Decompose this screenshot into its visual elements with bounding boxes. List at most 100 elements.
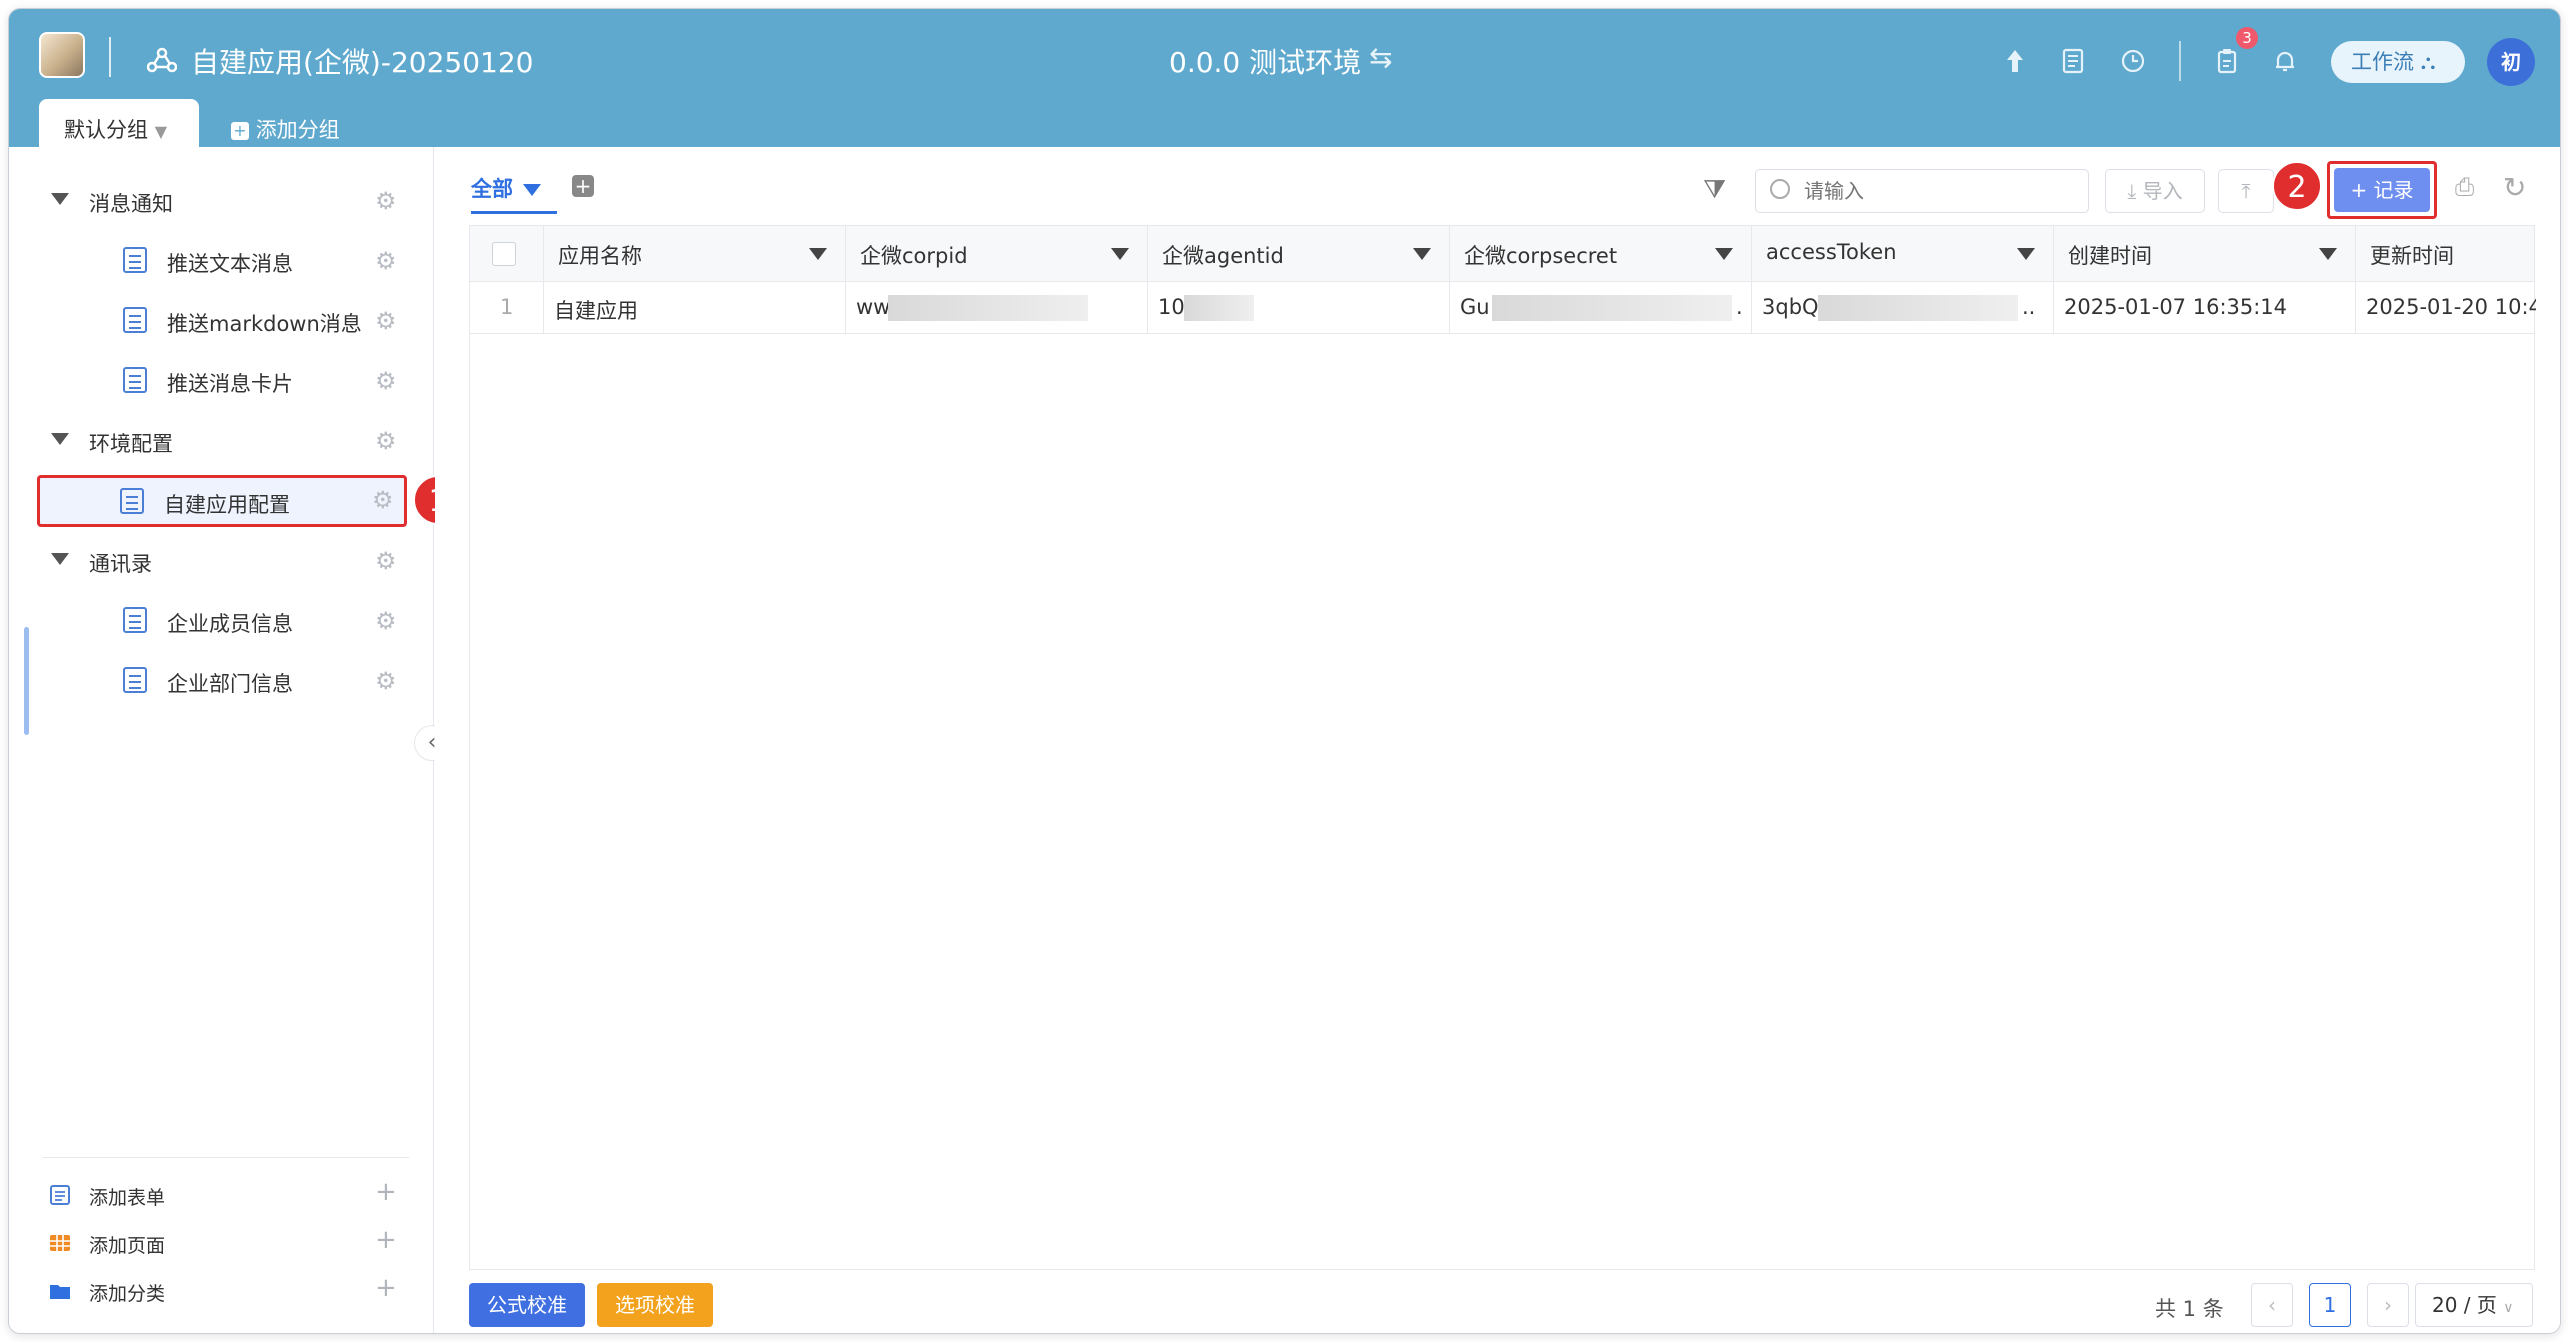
sidebar-item-message-card[interactable]: 推送消息卡片 ⚙ xyxy=(37,355,407,405)
tab-default-group[interactable]: 默认分组 ▼ xyxy=(39,99,199,147)
workflow-button[interactable]: 工作流 ⛬ xyxy=(2331,41,2465,83)
column-header[interactable]: 企微corpid xyxy=(846,226,1148,281)
cell-text: 2025-01-07 16:35:14 xyxy=(2064,295,2288,319)
user-avatar[interactable]: 初 xyxy=(2487,38,2535,86)
view-tab-all[interactable]: 全部 xyxy=(471,173,557,214)
sidebar-group-message[interactable]: 消息通知 ⚙ xyxy=(37,175,407,225)
option-calibrate-button[interactable]: 选项校准 xyxy=(597,1283,713,1327)
sidebar-group-env-config[interactable]: 环境配置 ⚙ xyxy=(37,415,407,465)
column-header[interactable]: 创建时间 xyxy=(2054,226,2356,281)
bell-icon[interactable] xyxy=(2271,47,2299,75)
export-button[interactable]: ⤒ xyxy=(2218,169,2274,213)
column-header[interactable]: 更新时间 xyxy=(2356,226,2536,281)
caret-down-icon[interactable] xyxy=(1413,248,1431,260)
plus-icon[interactable]: + xyxy=(375,1273,397,1303)
form-icon xyxy=(123,607,147,633)
chevron-down-icon: ▼ xyxy=(154,122,167,141)
gear-icon[interactable]: ⚙ xyxy=(375,667,397,695)
gear-icon[interactable]: ⚙ xyxy=(375,547,397,575)
caret-down-icon[interactable] xyxy=(1111,248,1129,260)
sidebar-item-app-config[interactable]: 自建应用配置 ⚙ xyxy=(37,475,407,527)
search-box[interactable] xyxy=(1755,169,2089,213)
table-cell[interactable]: 3qbQ.. xyxy=(1752,282,2054,333)
prev-page-button[interactable]: ‹ xyxy=(2251,1283,2293,1327)
history-clock-icon[interactable] xyxy=(2119,47,2147,75)
workflow-label: 工作流 xyxy=(2351,50,2414,74)
gear-icon[interactable]: ⚙ xyxy=(375,427,397,455)
refresh-icon[interactable]: ↻ xyxy=(2503,171,2526,204)
upload-arrow-icon[interactable] xyxy=(2001,47,2029,75)
gear-icon[interactable]: ⚙ xyxy=(375,367,397,395)
plus-icon: + xyxy=(574,174,592,198)
column-header-label: 企微agentid xyxy=(1162,244,1284,268)
main-content: 全部 + ⧩ ⤓ 导入 ⤒ 2 + 记录 ⎙ ↻ 应用名称 企微corpid 企… xyxy=(435,147,2560,1333)
scroll-indicator[interactable] xyxy=(24,627,29,735)
column-header[interactable]: 应用名称 xyxy=(544,226,846,281)
add-category-button[interactable]: 添加分类 + xyxy=(49,1273,399,1309)
search-input[interactable] xyxy=(1804,178,2074,204)
formula-calibrate-button[interactable]: 公式校准 xyxy=(469,1283,585,1327)
form-icon xyxy=(123,367,147,393)
add-view-button[interactable]: + xyxy=(572,175,594,197)
form-icon xyxy=(123,667,147,693)
task-clipboard-icon[interactable] xyxy=(2213,47,2241,75)
gear-icon[interactable]: ⚙ xyxy=(375,187,397,215)
form-icon xyxy=(123,247,147,273)
caret-down-icon[interactable] xyxy=(809,248,827,260)
folder-icon xyxy=(50,1285,70,1299)
column-header-label: accessToken xyxy=(1766,240,1897,264)
table-cell[interactable]: 2025-01-07 16:35:14 xyxy=(2054,282,2356,333)
import-label: 导入 xyxy=(2142,179,2183,203)
table-row[interactable]: 1 自建应用 ww 10 Gu. 3qbQ.. 2025-01-07 16:35… xyxy=(470,282,2536,334)
table-cell[interactable]: 自建应用 xyxy=(544,282,846,333)
table-cell[interactable]: 2025-01-20 10:42: xyxy=(2356,282,2536,333)
sidebar-item-members[interactable]: 企业成员信息 ⚙ xyxy=(37,595,407,645)
app-title: 自建应用(企微)-20250120 xyxy=(191,46,534,79)
sidebar-item-label: 企业部门信息 xyxy=(167,672,293,696)
caret-down-icon[interactable] xyxy=(2319,248,2337,260)
caret-down-icon[interactable] xyxy=(1715,248,1733,260)
next-page-button[interactable]: › xyxy=(2367,1283,2409,1327)
plus-icon[interactable]: + xyxy=(375,1225,397,1255)
environment-label[interactable]: 0.0.0 测试环境 xyxy=(1169,41,1361,81)
gear-icon[interactable]: ⚙ xyxy=(375,307,397,335)
sidebar-group-label: 消息通知 xyxy=(89,192,173,216)
plus-square-icon: + xyxy=(231,122,249,140)
gear-icon[interactable]: ⚙ xyxy=(372,486,394,514)
add-group-button[interactable]: + 添加分组 xyxy=(231,114,340,144)
tab-default-group-label: 默认分组 xyxy=(64,118,148,142)
redaction-mask xyxy=(1492,295,1732,321)
table-cell[interactable]: 10 xyxy=(1148,282,1450,333)
filter-icon[interactable]: ⧩ xyxy=(1703,175,1726,206)
table-cell[interactable]: ww xyxy=(846,282,1148,333)
chevron-right-icon: › xyxy=(2384,1293,2392,1317)
column-header-label: 企微corpsecret xyxy=(1464,244,1618,268)
switch-env-icon[interactable]: ⇆ xyxy=(1369,41,1392,74)
gear-icon[interactable]: ⚙ xyxy=(375,247,397,275)
column-header[interactable]: 企微agentid xyxy=(1148,226,1450,281)
org-chart-icon: ⛬ xyxy=(2420,50,2436,74)
caret-down-icon[interactable] xyxy=(2017,248,2035,260)
import-button[interactable]: ⤓ 导入 xyxy=(2105,169,2205,213)
document-icon[interactable] xyxy=(2059,47,2087,75)
sidebar-group-contacts[interactable]: 通讯录 ⚙ xyxy=(37,535,407,585)
table-cell[interactable]: Gu. xyxy=(1450,282,1752,333)
page-number-button[interactable]: 1 xyxy=(2309,1283,2351,1327)
print-icon[interactable]: ⎙ xyxy=(2455,173,2474,201)
column-header-label: 企微corpid xyxy=(860,244,968,268)
sidebar-item-text-message[interactable]: 推送文本消息 ⚙ xyxy=(37,235,407,285)
add-record-button[interactable]: + 记录 xyxy=(2334,168,2430,212)
page-size-select[interactable]: 20 / 页 ∨ xyxy=(2415,1283,2533,1327)
search-icon xyxy=(1770,179,1790,199)
select-all-checkbox[interactable] xyxy=(492,242,516,266)
plus-icon[interactable]: + xyxy=(375,1177,397,1207)
cell-text: 2025-01-20 10:42: xyxy=(2366,295,2536,319)
gear-icon[interactable]: ⚙ xyxy=(375,607,397,635)
add-form-button[interactable]: 添加表单 + xyxy=(49,1177,399,1213)
column-header[interactable]: accessToken xyxy=(1752,226,2054,281)
add-page-button[interactable]: 添加页面 + xyxy=(49,1225,399,1261)
app-logo[interactable] xyxy=(39,32,85,78)
sidebar-item-markdown-message[interactable]: 推送markdown消息 ⚙ xyxy=(37,295,407,345)
sidebar-item-departments[interactable]: 企业部门信息 ⚙ xyxy=(37,655,407,705)
column-header[interactable]: 企微corpsecret xyxy=(1450,226,1752,281)
